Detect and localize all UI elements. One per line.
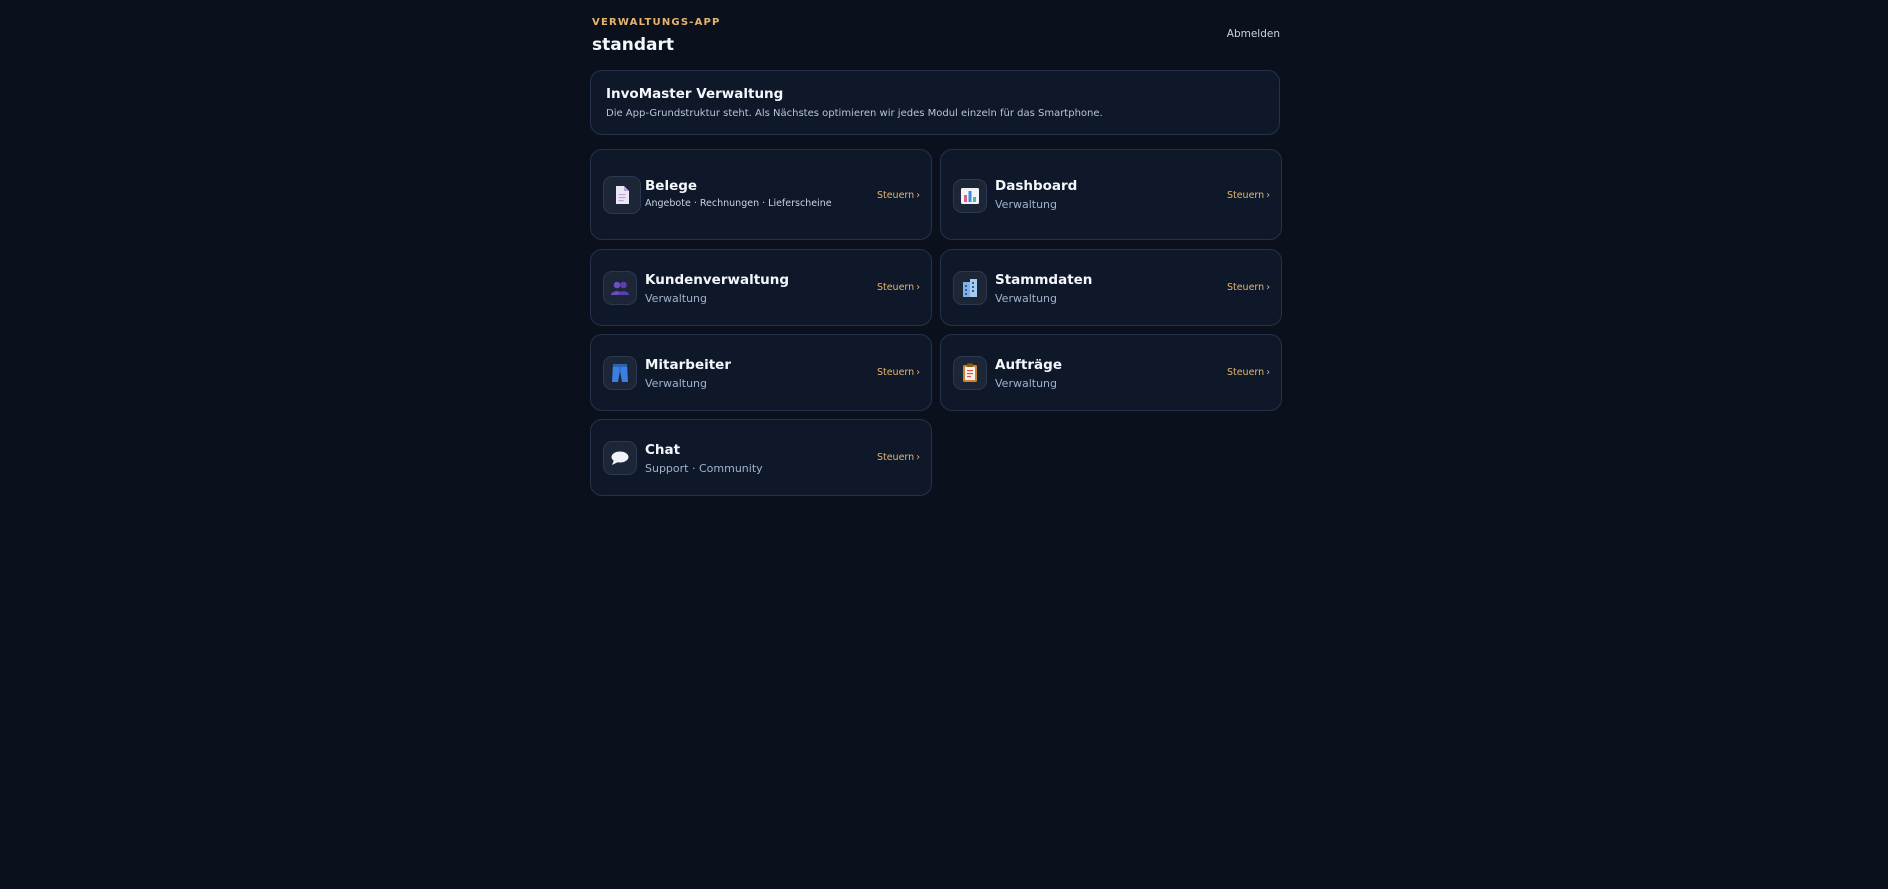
module-title: Chat (645, 442, 681, 458)
module-card-chat[interactable]: Chat Support · Community Steuern › (590, 419, 932, 496)
module-text: Mitarbeiter Verwaltung (645, 357, 731, 390)
steuern-label: Steuern (876, 452, 915, 463)
steuern-link[interactable]: Steuern › (877, 452, 920, 463)
steuern-label: Steuern (876, 282, 915, 293)
steuern-link[interactable]: Steuern › (1227, 367, 1270, 378)
bar-chart-icon (953, 179, 987, 213)
chevron-right-icon: › (1266, 367, 1270, 378)
steuern-link[interactable]: Steuern › (877, 282, 920, 293)
module-text: Dashboard Verwaltung (995, 178, 1077, 211)
module-text: Belege Angebote · Rechnungen · Liefersch… (645, 178, 832, 209)
module-text: Kundenverwaltung Verwaltung (645, 272, 789, 305)
header: VERWALTUNGS-APP standart Abmelden (590, 0, 1282, 70)
steuern-label: Steuern (1226, 367, 1265, 378)
module-title: Dashboard (995, 178, 1078, 194)
module-card-belege[interactable]: Belege Angebote · Rechnungen · Liefersch… (590, 149, 932, 240)
module-card-auftraege[interactable]: Aufträge Verwaltung Steuern › (940, 334, 1282, 411)
module-subtitle: Verwaltung (995, 198, 1057, 211)
logout-button[interactable]: Abmelden (1227, 28, 1280, 40)
module-subtitle: Verwaltung (645, 377, 707, 390)
module-text: Aufträge Verwaltung (995, 357, 1062, 390)
module-card-stammdaten[interactable]: Stammdaten Verwaltung Steuern › (940, 249, 1282, 326)
module-title: Kundenverwaltung (645, 272, 790, 288)
chevron-right-icon: › (916, 190, 920, 201)
clipboard-icon (953, 356, 987, 390)
module-text: Stammdaten Verwaltung (995, 272, 1092, 305)
chevron-right-icon: › (916, 282, 920, 293)
steuern-link[interactable]: Steuern › (877, 367, 920, 378)
chevron-right-icon: › (916, 452, 920, 463)
steuern-link[interactable]: Steuern › (1227, 190, 1270, 201)
module-card-mitarbeiter[interactable]: Mitarbeiter Verwaltung Steuern › (590, 334, 932, 411)
module-card-dashboard[interactable]: Dashboard Verwaltung Steuern › (940, 149, 1282, 240)
steuern-link[interactable]: Steuern › (877, 190, 920, 201)
module-title: Mitarbeiter (645, 357, 731, 373)
jeans-icon (603, 356, 637, 390)
speech-bubble-icon (603, 441, 637, 475)
module-subtitle: Angebote · Rechnungen · Lieferscheine (645, 198, 832, 209)
chevron-right-icon: › (1266, 282, 1270, 293)
steuern-label: Steuern (1226, 190, 1265, 201)
module-subtitle: Verwaltung (995, 377, 1057, 390)
app-container: VERWALTUNGS-APP standart Abmelden InvoMa… (590, 0, 1282, 496)
module-card-kundenverwaltung[interactable]: Kundenverwaltung Verwaltung Steuern › (590, 249, 932, 326)
steuern-label: Steuern (876, 367, 915, 378)
intro-description: Die App-Grundstruktur steht. Als Nächste… (606, 108, 1103, 119)
module-subtitle: Verwaltung (645, 292, 707, 305)
building-icon (953, 271, 987, 305)
module-title: Aufträge (995, 357, 1062, 373)
module-subtitle: Verwaltung (995, 292, 1057, 305)
module-title: Stammdaten (995, 272, 1093, 288)
users-icon (603, 271, 637, 305)
app-eyebrow: VERWALTUNGS-APP (592, 17, 721, 28)
module-title: Belege (645, 178, 698, 194)
chevron-right-icon: › (1266, 190, 1270, 201)
document-icon (603, 176, 641, 214)
intro-title: InvoMaster Verwaltung (606, 86, 784, 102)
steuern-label: Steuern (1226, 282, 1265, 293)
module-text: Chat Support · Community (645, 442, 763, 475)
page-title: standart (592, 35, 674, 55)
module-subtitle: Support · Community (645, 462, 763, 475)
steuern-label: Steuern (876, 190, 915, 201)
intro-panel: InvoMaster Verwaltung Die App-Grundstruk… (590, 70, 1280, 135)
steuern-link[interactable]: Steuern › (1227, 282, 1270, 293)
chevron-right-icon: › (916, 367, 920, 378)
